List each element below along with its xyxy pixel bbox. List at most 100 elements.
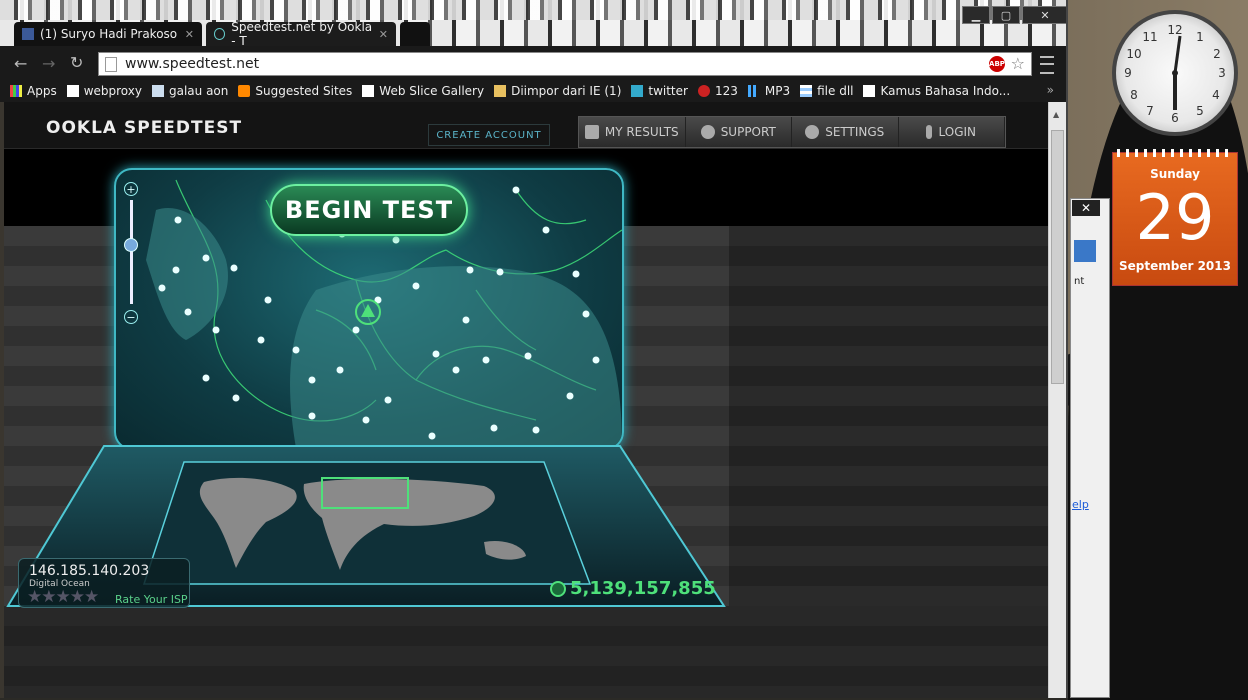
close-tab-icon[interactable]: ✕ [379, 28, 388, 41]
create-account-button[interactable]: CREATE ACCOUNT [428, 124, 550, 146]
forward-arrow-icon[interactable]: → [42, 54, 55, 73]
clock-gadget[interactable]: 12 1 2 3 45 6 78 9 10 11 [1112, 10, 1238, 136]
bookmark-label: twitter [648, 84, 688, 98]
back-arrow-icon[interactable]: ← [14, 54, 27, 73]
nav-settings[interactable]: SETTINGS [792, 117, 899, 147]
page-icon [105, 57, 117, 72]
scrollbar-thumb[interactable] [1051, 130, 1064, 384]
map-zoom-control: + − [124, 182, 140, 324]
nav-label: MY RESULTS [604, 125, 679, 139]
apps-grid-icon [10, 85, 22, 97]
address-bar-url: www.speedtest.net [125, 56, 260, 72]
maximize-button[interactable]: ▢ [992, 6, 1020, 24]
bookmark-web-slice-gallery[interactable]: Web Slice Gallery [362, 84, 484, 98]
tab-speedtest[interactable]: Speedtest.net by Ookla - T ✕ [206, 20, 396, 48]
nav-my-results[interactable]: MY RESULTS [579, 117, 686, 147]
page-background-lower [4, 606, 1048, 698]
clock-face: 12 12 3 45 6 78 9 1011 [1124, 23, 1226, 125]
zoom-in-button[interactable]: + [124, 182, 138, 196]
suggested-icon [238, 85, 251, 97]
twitter-icon [631, 85, 644, 97]
bookmark-apps[interactable]: Apps [10, 84, 57, 98]
calendar-rings [1117, 149, 1233, 157]
bookmark-suggested-sites[interactable]: Suggested Sites [238, 84, 352, 98]
zoom-slider-handle[interactable] [124, 238, 138, 252]
close-tab-icon[interactable]: ✕ [185, 28, 194, 41]
facebook-icon [22, 28, 34, 40]
connection-info: 146.185.140.203 Digital Ocean ★★★★★ Rate… [18, 558, 190, 608]
bookmark-webproxy[interactable]: webproxy [66, 84, 142, 98]
titlebar-theme-pattern [0, 0, 1068, 20]
svg-text:10: 10 [1126, 47, 1141, 61]
bookmark-diimpor-dari-ie[interactable]: Diimpor dari IE (1) [494, 84, 621, 98]
svg-text:7: 7 [1146, 104, 1154, 118]
ookla-speedtest-logo[interactable]: OOKLA SPEEDTEST [46, 118, 242, 138]
bookmark-file-dll[interactable]: file dll [800, 84, 853, 98]
address-bar[interactable]: www.speedtest.net ABP ☆ [98, 52, 1032, 76]
close-window-button[interactable]: ✕ [1022, 6, 1068, 24]
scroll-up-arrow-icon[interactable]: ▲ [1053, 110, 1059, 119]
folder-icon [151, 85, 164, 97]
circle-icon [697, 85, 710, 97]
bookmarks-overflow-chevron[interactable]: » [1047, 83, 1054, 97]
nav-support[interactable]: SUPPORT [686, 117, 792, 147]
tests-count: 5,139,157,855 [570, 578, 716, 599]
adblock-icon[interactable]: ABP [989, 56, 1005, 72]
background-window-help-link[interactable]: elp [1072, 498, 1089, 511]
tab-facebook[interactable]: (1) Suryo Hadi Prakoso ✕ [14, 22, 202, 46]
bars-icon [747, 85, 760, 97]
bookmark-galau-aon[interactable]: galau aon [151, 84, 229, 98]
bookmark-123[interactable]: 123 [697, 84, 738, 98]
tab-label: Speedtest.net by Ookla - T [231, 20, 373, 48]
speedtest-page: OOKLA SPEEDTEST CREATE ACCOUNT MY RESULT… [4, 102, 1048, 698]
user-icon [926, 125, 933, 139]
bookmark-twitter[interactable]: twitter [631, 84, 688, 98]
window-controls: ▁ ▢ ✕ [962, 6, 1068, 24]
bookmark-mp3[interactable]: MP3 [747, 84, 790, 98]
svg-text:5: 5 [1196, 104, 1204, 118]
page-icon [863, 85, 876, 97]
zoom-out-button[interactable]: − [124, 310, 138, 324]
calendar-date: 29 [1135, 181, 1215, 254]
chrome-menu-icon[interactable] [1040, 56, 1054, 74]
begin-test-button[interactable]: BEGIN TEST [270, 184, 468, 236]
rate-isp-link[interactable]: Rate Your ISP [115, 593, 188, 606]
bookmark-label: galau aon [168, 84, 229, 98]
speedtest-nav: MY RESULTS SUPPORT SETTINGS LOGIN [578, 116, 1006, 148]
calendar-month: September 2013 [1119, 259, 1231, 273]
svg-text:1: 1 [1196, 30, 1204, 44]
bookmark-label: Kamus Bahasa Indo... [880, 84, 1011, 98]
nav-login[interactable]: LOGIN [899, 117, 1005, 147]
nav-label: SETTINGS [825, 125, 885, 139]
speedtest-icon [214, 28, 226, 40]
results-icon [584, 125, 599, 139]
minimize-button[interactable]: ▁ [962, 6, 990, 24]
reload-icon[interactable]: ↻ [70, 53, 83, 72]
bookmark-label: 123 [714, 84, 738, 98]
help-icon [700, 125, 715, 139]
background-window-tab[interactable]: nt [1074, 276, 1084, 290]
nav-label: LOGIN [938, 125, 977, 139]
zoom-slider-track[interactable] [130, 200, 133, 304]
new-tab-button[interactable] [400, 22, 430, 46]
bookmark-star-icon[interactable]: ☆ [1011, 54, 1025, 73]
gear-icon [805, 125, 820, 139]
background-window-close-button[interactable]: ✕ [1072, 200, 1100, 216]
svg-text:8: 8 [1130, 88, 1138, 102]
folder-icon [494, 85, 507, 97]
vertical-scrollbar[interactable]: ▲ [1048, 102, 1067, 698]
isp-rating-stars[interactable]: ★★★★★ [27, 587, 99, 607]
calendar-day: Sunday [1150, 167, 1200, 181]
bookmark-label: webproxy [83, 84, 142, 98]
bookmarks-bar: Apps webproxy galau aon Suggested Sites … [0, 80, 1068, 102]
svg-text:6: 6 [1171, 111, 1179, 125]
background-window-icon [1074, 240, 1096, 262]
bookmark-label: Diimpor dari IE (1) [511, 84, 622, 98]
ip-address: 146.185.140.203 [29, 563, 150, 579]
bookmark-kamus-bahasa[interactable]: Kamus Bahasa Indo... [863, 84, 1010, 98]
svg-text:4: 4 [1212, 88, 1220, 102]
background-window[interactable] [1070, 198, 1110, 698]
svg-text:12: 12 [1167, 23, 1182, 37]
bookmark-label: file dll [817, 84, 854, 98]
calendar-gadget[interactable]: Sunday 29 September 2013 [1112, 149, 1238, 286]
